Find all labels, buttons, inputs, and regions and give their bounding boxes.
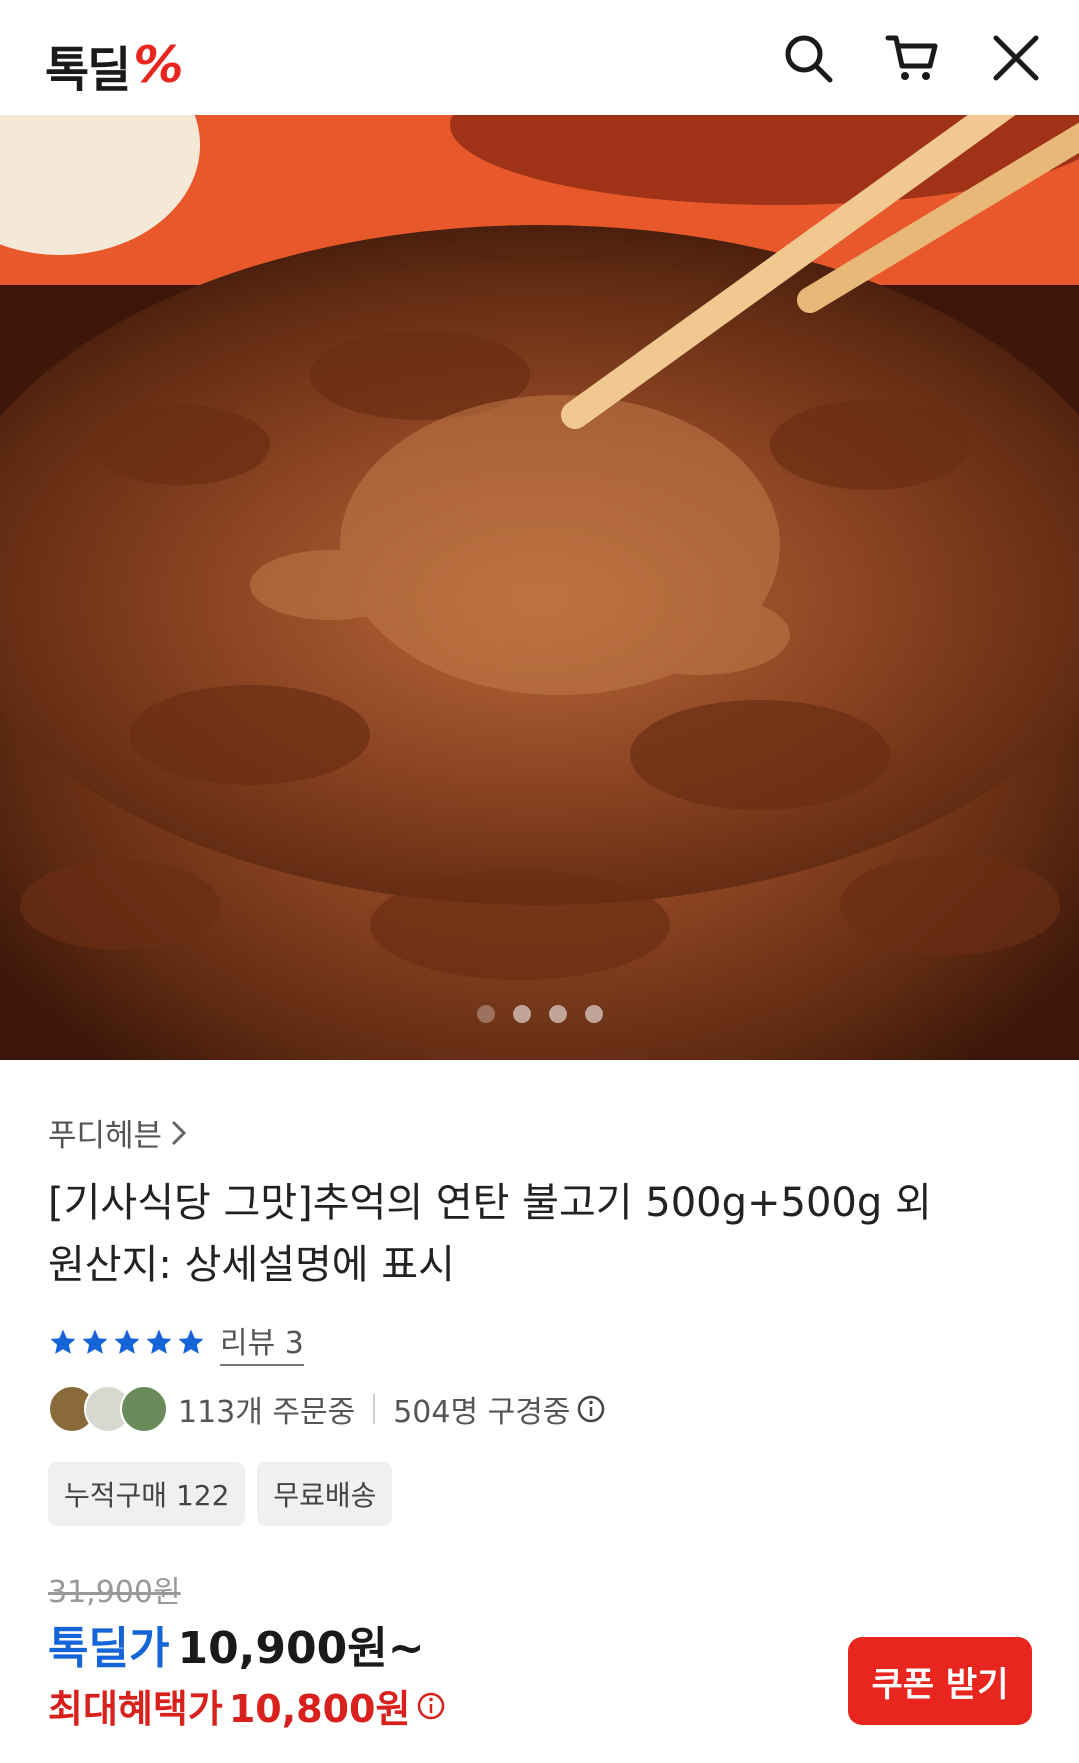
- star-rating: [48, 1327, 206, 1357]
- max-benefit-row: 최대혜택가 10,800원: [48, 1678, 446, 1733]
- buyer-avatars: [48, 1385, 168, 1433]
- carousel-indicator: [0, 1005, 1079, 1023]
- orders-count: 113개 주문중: [178, 1395, 356, 1430]
- logo-text: 톡딜: [45, 42, 131, 98]
- carousel-dot[interactable]: [512, 1005, 531, 1023]
- carousel-dot[interactable]: [476, 1005, 495, 1023]
- cart-icon[interactable]: [884, 30, 940, 86]
- brand-link[interactable]: 푸디헤븐: [48, 1110, 188, 1155]
- app-header: 톡딜 %: [0, 0, 1079, 115]
- watchers-count: 504명 구경중: [393, 1395, 571, 1430]
- star-icon: [82, 1329, 108, 1354]
- product-image[interactable]: [0, 115, 1079, 1060]
- product-tags: 누적구매 122 무료배송: [48, 1462, 393, 1526]
- tokdeal-logo[interactable]: 톡딜 %: [45, 30, 183, 100]
- star-icon: [178, 1329, 204, 1354]
- star-icon: [146, 1329, 172, 1354]
- review-link[interactable]: 리뷰 3: [220, 1318, 304, 1366]
- star-icon: [50, 1329, 76, 1354]
- tag-free-shipping: 무료배송: [257, 1462, 393, 1526]
- product-title: [기사식당 그맛]추억의 연탄 불고기 500g+500g 외 원산지: 상세설…: [48, 1172, 1038, 1296]
- carousel-dot[interactable]: [548, 1005, 567, 1023]
- info-icon[interactable]: [416, 1691, 446, 1721]
- info-icon[interactable]: [576, 1394, 606, 1424]
- rating-row: 리뷰 3: [48, 1318, 304, 1366]
- search-icon[interactable]: [780, 30, 836, 86]
- tag-cumulative-purchase: 누적구매 122: [48, 1462, 246, 1526]
- brand-name: 푸디헤븐: [48, 1118, 163, 1154]
- chevron-right-icon: [172, 1120, 187, 1145]
- carousel-dot[interactable]: [584, 1005, 603, 1023]
- activity-row: 113개 주문중 504명 구경중: [48, 1385, 606, 1433]
- logo-mark: %: [133, 36, 183, 94]
- close-icon[interactable]: [988, 30, 1044, 86]
- original-price: 31,900원: [48, 1575, 181, 1610]
- deal-label: 톡딜가: [48, 1623, 170, 1674]
- divider: [373, 1394, 376, 1424]
- get-coupon-button[interactable]: 쿠폰 받기: [848, 1637, 1032, 1725]
- star-icon: [114, 1329, 140, 1354]
- avatar: [120, 1385, 168, 1433]
- bulgogi-photo: [0, 115, 1079, 1060]
- deal-price-row: 톡딜가 10,900원~: [48, 1612, 425, 1676]
- max-benefit-price: 10,800원: [228, 1687, 411, 1731]
- deal-price: 10,900원~: [177, 1623, 425, 1674]
- max-benefit-label: 최대혜택가: [48, 1687, 223, 1731]
- product-title-line: [기사식당 그맛]추억의 연탄 불고기 500g+500g 외: [48, 1180, 932, 1226]
- product-origin: 원산지: 상세설명에 표시: [48, 1242, 455, 1288]
